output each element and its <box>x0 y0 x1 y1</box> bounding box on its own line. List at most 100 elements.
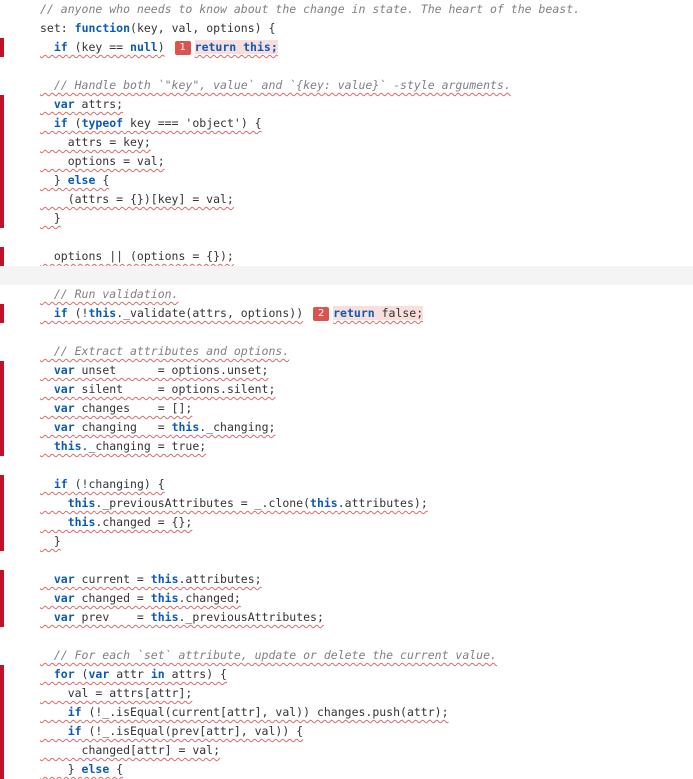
code-line[interactable]: if (!_.isEqual(prev[attr], val)) { <box>0 722 693 741</box>
code-line[interactable]: var changed = this.changed; <box>0 589 693 608</box>
code-token: .changed; <box>178 591 241 605</box>
code-token: this <box>150 572 179 586</box>
code-token: ) <box>157 40 165 54</box>
code-line[interactable]: for (var attr in attrs) { <box>0 665 693 684</box>
code-token: options || (options = {}); <box>40 249 234 263</box>
code-line[interactable]: if (key == null) 1 return this; <box>0 38 693 57</box>
code-token: return <box>333 306 375 320</box>
change-marker <box>0 361 4 380</box>
change-marker <box>0 722 4 741</box>
code-token: .changed = {}; <box>95 515 193 529</box>
code-token: silent = options.silent; <box>74 382 276 396</box>
code-token: this <box>310 496 338 510</box>
code-line[interactable]: // anyone who needs to know about the ch… <box>0 0 693 19</box>
change-marker <box>0 399 4 418</box>
code-token: if <box>40 306 68 320</box>
code-token: this <box>40 496 96 510</box>
code-token: (!changing) { <box>67 477 165 491</box>
code-token: ( <box>74 667 89 681</box>
code-line[interactable]: } <box>0 532 693 551</box>
change-marker <box>0 152 4 171</box>
code-token: false; <box>374 306 424 320</box>
code-token: this <box>40 515 96 529</box>
code-line[interactable]: } <box>0 209 693 228</box>
code-line[interactable]: var silent = options.silent; <box>0 380 693 399</box>
change-marker <box>0 570 4 589</box>
code-line[interactable]: options || (options = {}); <box>0 247 693 266</box>
code-line[interactable] <box>0 266 693 285</box>
code-line[interactable]: this._changing = true; <box>0 437 693 456</box>
code-line[interactable] <box>0 627 693 646</box>
code-line[interactable]: // For each `set` attribute, update or d… <box>0 646 693 665</box>
code-token: this <box>88 306 117 320</box>
code-line[interactable]: var unset = options.unset; <box>0 361 693 380</box>
code-token: if <box>40 116 68 130</box>
code-token: : <box>60 21 75 35</box>
change-marker <box>0 760 4 779</box>
code-line[interactable] <box>0 551 693 570</box>
code-line[interactable]: this.changed = {}; <box>0 513 693 532</box>
code-token: changed[attr] = val; <box>40 743 221 757</box>
change-marker <box>0 532 4 551</box>
code-line[interactable]: changed[attr] = val; <box>0 741 693 760</box>
code-line[interactable]: options = val; <box>0 152 693 171</box>
code-token: this <box>150 591 179 605</box>
code-line[interactable]: if (!_.isEqual(current[attr], val)) chan… <box>0 703 693 722</box>
code-token: if <box>40 705 82 719</box>
issue-badge[interactable]: 2 <box>313 306 330 321</box>
code-token: 'object' <box>185 116 241 130</box>
change-marker <box>0 190 4 209</box>
code-line[interactable]: if (typeof key === 'object') { <box>0 114 693 133</box>
code-token: var <box>40 420 75 434</box>
code-line[interactable]: } else { <box>0 171 693 190</box>
code-token: this <box>171 420 200 434</box>
code-token: unset = options.unset; <box>74 363 269 377</box>
highlighted-code: return this; <box>194 40 278 54</box>
code-line[interactable]: } else { <box>0 760 693 779</box>
change-marker <box>0 589 4 608</box>
code-line[interactable]: set: function(key, val, options) { <box>0 19 693 38</box>
change-marker <box>0 475 4 494</box>
code-line[interactable]: this._previousAttributes = _.clone(this.… <box>0 494 693 513</box>
change-marker <box>0 171 4 190</box>
code-line[interactable]: (attrs = {})[key] = val; <box>0 190 693 209</box>
code-line[interactable]: var changes = []; <box>0 399 693 418</box>
code-line[interactable] <box>0 57 693 76</box>
code-line[interactable]: var current = this.attributes; <box>0 570 693 589</box>
change-marker <box>0 665 4 684</box>
code-line[interactable] <box>0 456 693 475</box>
code-token: this <box>40 439 82 453</box>
code-line[interactable]: var prev = this._previousAttributes; <box>0 608 693 627</box>
change-marker <box>0 133 4 152</box>
code-token: var <box>88 667 110 681</box>
change-marker <box>0 114 4 133</box>
code-token: (! <box>67 306 89 320</box>
code-line[interactable] <box>0 323 693 342</box>
code-token: (attrs = {})[key] = val; <box>40 192 234 206</box>
code-line[interactable]: var attrs; <box>0 95 693 114</box>
code-line[interactable]: val = attrs[attr]; <box>0 684 693 703</box>
code-token: var <box>40 363 75 377</box>
code-line[interactable]: var changing = this._changing; <box>0 418 693 437</box>
code-line[interactable]: // Run validation. <box>0 285 693 304</box>
code-token: if <box>40 40 68 54</box>
code-token: var <box>40 401 75 415</box>
code-token: typeof <box>81 116 124 130</box>
code-token: var <box>40 97 75 111</box>
code-line[interactable]: // Extract attributes and options. <box>0 342 693 361</box>
code-line[interactable]: // Handle both `"key", value` and `{key:… <box>0 76 693 95</box>
code-line[interactable]: attrs = key; <box>0 133 693 152</box>
code-token: in <box>150 667 165 681</box>
code-token: ) { <box>240 116 262 130</box>
code-token: } <box>40 211 61 225</box>
code-token: } <box>40 762 82 776</box>
change-marker <box>0 247 4 266</box>
code-line[interactable]: if (!this._validate(attrs, options)) 2 ret… <box>0 304 693 323</box>
code-token: ._changing = true; <box>81 439 207 453</box>
code-token: changing = <box>74 420 172 434</box>
issue-badge[interactable]: 1 <box>174 40 191 55</box>
code-line[interactable] <box>0 228 693 247</box>
code-token: { <box>109 762 124 776</box>
code-line[interactable]: if (!changing) { <box>0 475 693 494</box>
code-token: if <box>40 724 82 738</box>
